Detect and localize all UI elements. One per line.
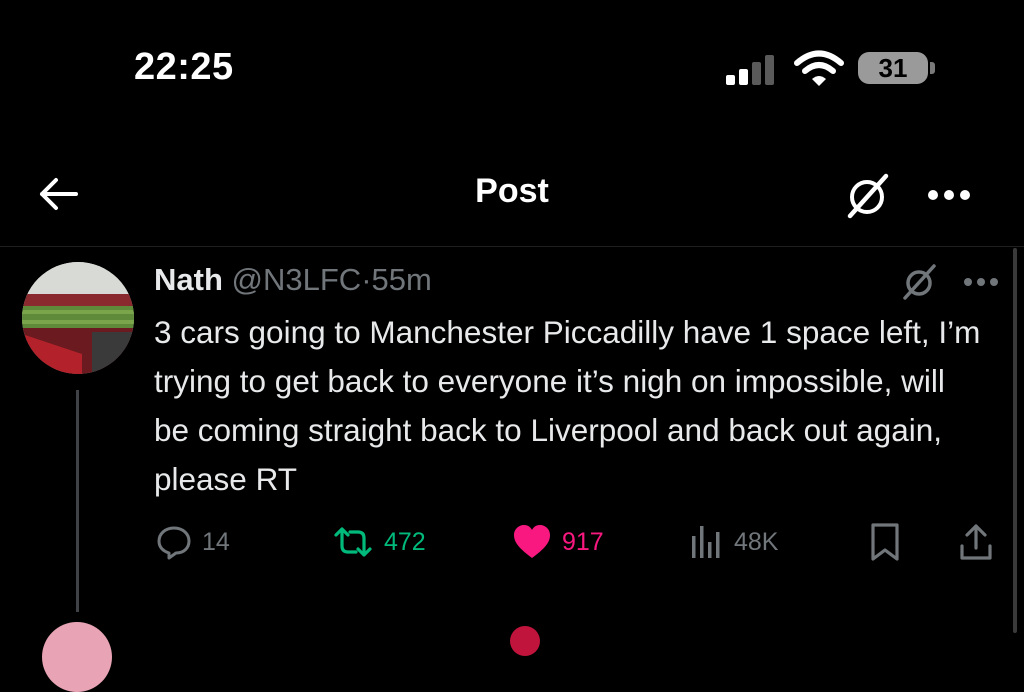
heart-icon [514, 525, 550, 558]
wifi-icon [794, 50, 844, 86]
repost-icon [334, 527, 372, 557]
author-handle[interactable]: @N3LFC [232, 262, 362, 297]
next-reply-indicator [510, 626, 540, 656]
bookmark-icon [871, 523, 899, 561]
header-divider [0, 246, 1024, 247]
meta-separator: · [361, 262, 372, 297]
post-time[interactable]: 55m [372, 262, 432, 297]
analytics-icon [692, 526, 720, 558]
share-button[interactable] [958, 520, 994, 564]
battery-cap [930, 62, 935, 74]
more-options-icon[interactable] [926, 188, 972, 202]
repost-button[interactable]: 472 [332, 520, 426, 564]
bookmark-button[interactable] [868, 520, 902, 564]
post-more-options-icon[interactable] [962, 276, 1000, 288]
status-bar: 22:25 31 [0, 0, 1024, 140]
reply-count: 14 [202, 527, 230, 556]
stadium-avatar-icon [22, 262, 134, 374]
like-count: 917 [562, 527, 604, 556]
battery-indicator: 31 [858, 52, 928, 84]
post-header: Post [0, 140, 1024, 248]
scrollbar[interactable] [1013, 248, 1017, 633]
reply-button[interactable]: 14 [156, 520, 230, 564]
post-meta: Nath @N3LFC·55m [154, 262, 432, 298]
reply-icon [157, 526, 191, 560]
view-count: 48K [734, 527, 779, 556]
battery-level: 31 [878, 52, 908, 83]
grok-icon[interactable] [842, 170, 894, 222]
repost-count: 472 [384, 527, 426, 556]
share-icon [960, 524, 992, 560]
author-avatar[interactable] [22, 262, 134, 374]
status-time: 22:25 [134, 46, 234, 88]
grok-small-icon[interactable] [900, 262, 940, 302]
views-button[interactable]: 48K [690, 520, 778, 564]
author-name[interactable]: Nath [154, 262, 223, 297]
post-action-bar: 14 472 917 48K [0, 520, 1024, 568]
thread-connector-line [76, 390, 79, 612]
like-button[interactable]: 917 [512, 520, 604, 564]
cellular-signal-icon [726, 55, 774, 85]
post-text: 3 cars going to Manchester Piccadilly ha… [154, 314, 981, 497]
